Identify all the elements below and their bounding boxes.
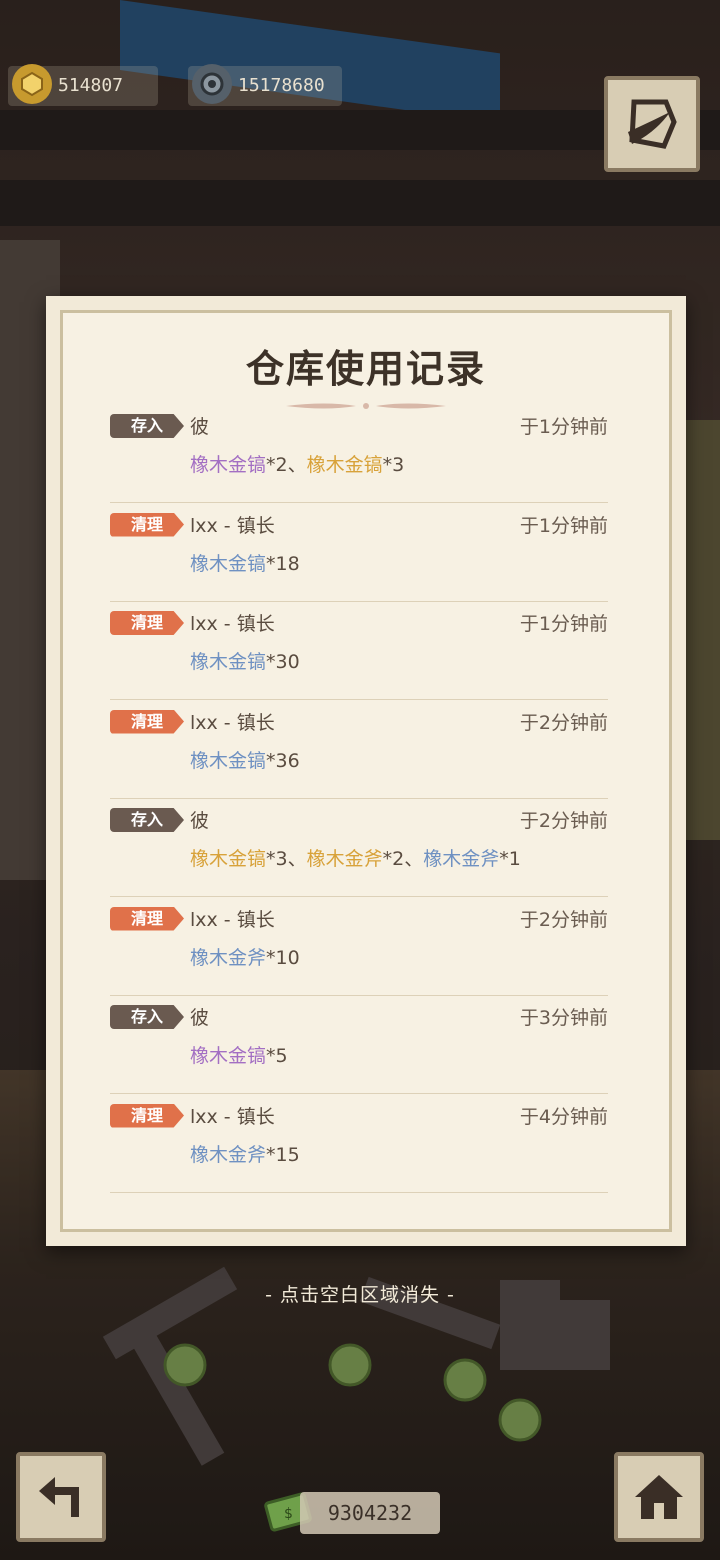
log-record: 清理 lxx - 镇长 于1分钟前橡木金镐*18 <box>110 503 608 602</box>
record-time: 于4分钟前 <box>519 1105 608 1128</box>
gear-currency: 15178680 <box>188 64 342 106</box>
item-name: 橡木金镐 <box>306 454 383 476</box>
record-items: 橡木金镐*3、橡木金斧*2、橡木金斧*1 <box>190 844 521 871</box>
item-name: 橡木金镐 <box>190 749 267 772</box>
item-quantity: *10 <box>266 946 300 969</box>
item-name: 橡木金镐 <box>190 848 267 870</box>
item-quantity: *5 <box>266 1045 288 1067</box>
dismiss-hint: - 点击空白区域消失 - <box>265 1284 455 1306</box>
item-quantity: *3 <box>382 454 405 476</box>
item-quantity: *2 <box>266 454 288 476</box>
log-record: 存入彼于1分钟前 橡木金镐*2、橡木金镐*3 <box>110 404 608 503</box>
gear-amount: 15178680 <box>238 75 325 96</box>
clear-badge: 清理 <box>110 906 184 931</box>
clear-badge: 清理 <box>110 512 184 537</box>
item-name: 橡木金斧 <box>190 1143 267 1166</box>
warehouse-log-panel: 仓库使用记录 存入彼于1分钟前 橡木金镐*2、橡木金镐*3 清理 lxx - 镇长 于1… <box>46 296 686 1246</box>
journal-quill-icon <box>628 99 677 149</box>
item-name: 橡木金镐 <box>190 651 267 673</box>
record-user: lxx - 镇长 <box>190 613 275 635</box>
item-name: 橡木金斧 <box>423 848 500 870</box>
record-time: 于2分钟前 <box>519 810 608 832</box>
svg-text:$: $ <box>284 1506 293 1522</box>
record-items: 橡木金镐*36 <box>190 746 300 773</box>
record-time: 于1分钟前 <box>519 416 608 438</box>
item-quantity: *36 <box>266 749 300 772</box>
record-user: lxx - 镇长 <box>190 1105 275 1128</box>
item-separator: 、 <box>287 848 307 870</box>
item-quantity: *2 <box>382 848 405 870</box>
medal-icon <box>12 64 52 104</box>
record-user: lxx - 镇长 <box>190 711 275 734</box>
clear-badge: 清理 <box>110 1103 184 1128</box>
item-name: 橡木金镐 <box>190 1045 267 1067</box>
clear-badge: 清理 <box>110 611 184 635</box>
home-icon <box>635 1475 683 1519</box>
record-time: 于1分钟前 <box>519 514 608 537</box>
log-record: 存入彼 于3分钟前橡木金镐*5 <box>110 995 608 1094</box>
item-quantity: *15 <box>266 1143 300 1166</box>
money-amount: 9304232 <box>300 1492 440 1534</box>
log-record: 清理 lxx - 镇长 于4分钟前橡木金斧*15 <box>110 1094 608 1193</box>
record-user: 彼 <box>190 1007 210 1029</box>
back-button[interactable] <box>16 1452 106 1542</box>
record-items: 橡木金斧*10 <box>190 943 300 970</box>
deposit-badge: 存入 <box>110 1005 184 1029</box>
item-quantity: *18 <box>266 552 300 575</box>
log-record: 清理 lxx - 镇长 于1分钟前橡木金镐*30 <box>110 601 608 700</box>
deposit-badge: 存入 <box>110 808 184 832</box>
item-separator: 、 <box>404 848 424 870</box>
clear-badge: 清理 <box>110 709 184 734</box>
back-arrow-icon <box>39 1477 79 1517</box>
item-name: 橡木金镐 <box>190 552 267 575</box>
deposit-badge: 存入 <box>110 414 184 438</box>
log-record: 清理 lxx - 镇长 于2分钟前橡木金斧*10 <box>110 897 608 996</box>
item-name: 橡木金斧 <box>190 946 267 969</box>
log-record: 存入彼于2分钟前 橡木金镐*3、橡木金斧*2、橡木金斧*1 <box>110 798 608 897</box>
game-scene[interactable]: 514807 15178680 仓库使用记录 存入彼于1分钟前 橡木金镐*2、橡木… <box>0 0 720 1560</box>
panel-title: 仓库使用记录 <box>245 347 486 391</box>
record-time: 于2分钟前 <box>519 908 608 931</box>
record-user: 彼 <box>190 810 210 832</box>
item-name: 橡木金镐 <box>190 454 267 476</box>
record-time: 于3分钟前 <box>519 1007 608 1029</box>
item-quantity: *30 <box>266 651 300 673</box>
record-time: 于1分钟前 <box>519 613 608 635</box>
record-items: 橡木金斧*15 <box>190 1140 300 1167</box>
item-name: 橡木金斧 <box>306 848 383 870</box>
record-user: 彼 <box>190 416 210 438</box>
journal-button[interactable] <box>604 76 700 172</box>
record-user: lxx - 镇长 <box>190 514 275 537</box>
record-items: 橡木金镐*5 <box>190 1041 288 1068</box>
item-quantity: *3 <box>266 848 288 870</box>
item-quantity: *1 <box>499 848 521 870</box>
record-items: 橡木金镐*2、橡木金镐*3 <box>190 450 404 477</box>
medal-amount: 514807 <box>58 75 124 96</box>
item-separator: 、 <box>287 454 307 476</box>
medal-currency: 514807 <box>8 64 158 106</box>
log-record: 清理 lxx - 镇长 于2分钟前橡木金镐*36 <box>110 700 608 799</box>
record-user: lxx - 镇长 <box>190 908 275 931</box>
record-items: 橡木金镐*30 <box>190 647 300 674</box>
record-time: 于2分钟前 <box>519 711 608 734</box>
gear-coin-icon <box>192 64 232 104</box>
home-button[interactable] <box>614 1452 704 1542</box>
record-items: 橡木金镐*18 <box>190 549 300 576</box>
